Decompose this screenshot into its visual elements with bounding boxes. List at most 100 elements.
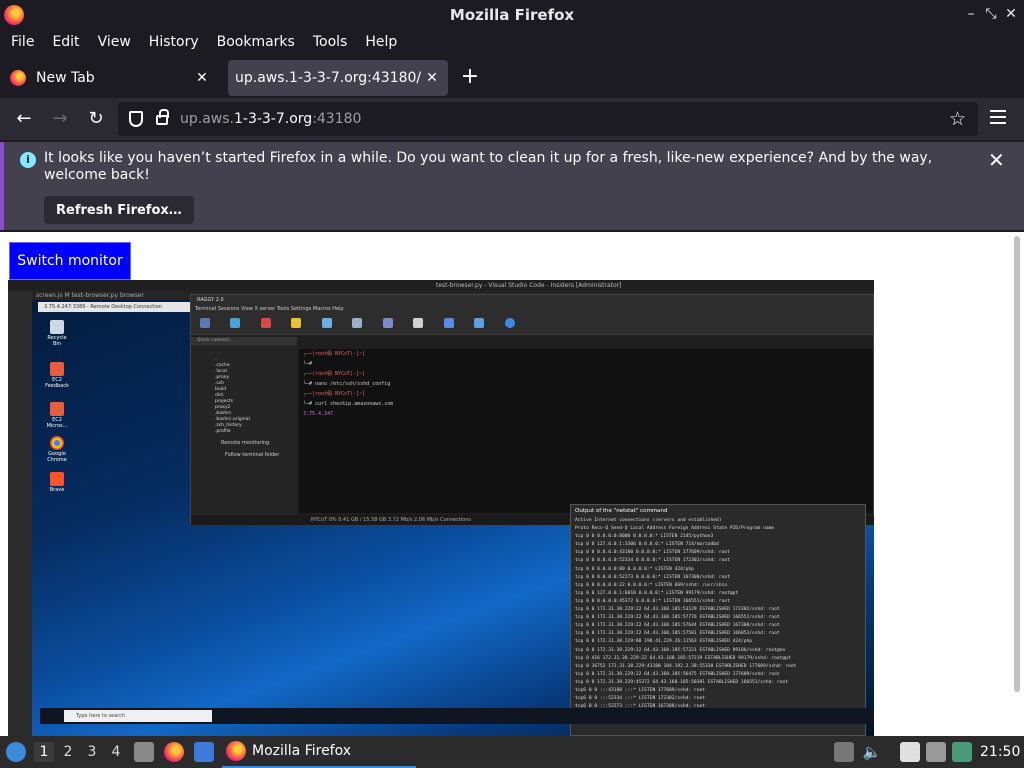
netstat-output-window[interactable]: Output of the "netstat" command Active I… xyxy=(570,504,866,736)
terminal-line: ┌──(root㉿ NYCoT)-[~] xyxy=(303,391,366,397)
menu-help[interactable]: Help xyxy=(358,34,404,50)
tab-active-site[interactable]: up.aws.1-3-3-7.org:43180/ ✕ xyxy=(228,60,448,96)
multiexec-icon[interactable] xyxy=(382,318,393,328)
desktop-icon-label: EC2 Feedback xyxy=(45,377,69,389)
network-icon[interactable] xyxy=(952,742,972,762)
netstat-line: tcp 0 0 172.31.38.229:80 198.41.229.26:1… xyxy=(575,639,753,645)
reload-icon[interactable]: ↻ xyxy=(84,107,108,131)
new-tab-plus-icon[interactable]: + xyxy=(458,66,482,90)
firefox-launcher-icon[interactable] xyxy=(164,742,184,762)
servers-icon[interactable] xyxy=(230,318,241,328)
firefox-taskbar-icon xyxy=(226,741,246,761)
close-window-icon[interactable]: ✕ xyxy=(1001,4,1021,24)
remote-desktop-screenshot[interactable]: test-browser.py - Visual Studio Code - I… xyxy=(8,280,874,736)
terminal-line: └─# nano /etc/ssh/sshd_config xyxy=(303,381,391,387)
view-icon[interactable] xyxy=(321,318,332,328)
display-icon[interactable] xyxy=(926,742,946,762)
menu-history[interactable]: History xyxy=(142,34,206,50)
follow-terminal-checkbox[interactable]: Follow terminal folder xyxy=(191,451,297,459)
raggy-window[interactable]: RAGGY 2.0 Terminal Sessions View X serve… xyxy=(190,294,874,525)
tracking-shield-icon[interactable] xyxy=(129,111,143,127)
netstat-line: tcp 0 0 172.31.38.229:22 64.43.168.185:5… xyxy=(575,631,780,637)
workspace-1[interactable]: 1 xyxy=(34,742,54,762)
brave-icon xyxy=(50,472,64,486)
tab-label: New Tab xyxy=(36,70,95,86)
recycle-bin-icon xyxy=(50,320,64,334)
desktop-icon-ec2-feedback[interactable]: EC2 Feedback xyxy=(44,362,70,389)
show-desktop-icon[interactable] xyxy=(194,742,214,762)
raggy-terminal[interactable]: ┌──(root㉿ NYCoT)-[~] └─# ┌──(root㉿ NYCoT… xyxy=(299,349,873,513)
terminal-line: ┌──(root㉿ NYCoT)-[~] xyxy=(303,351,366,357)
close-tab-icon[interactable]: ✕ xyxy=(422,70,442,86)
refresh-firefox-button[interactable]: Refresh Firefox… xyxy=(44,196,194,224)
taskbar-firefox-window[interactable]: Mozilla Firefox xyxy=(222,736,416,768)
volume-icon[interactable]: 🔈 xyxy=(862,742,882,762)
menu-file[interactable]: File xyxy=(4,34,41,50)
tree-item[interactable]: .profile xyxy=(215,429,297,435)
clipboard-icon[interactable] xyxy=(900,742,920,762)
bookmark-star-icon[interactable]: ☆ xyxy=(949,108,966,130)
chrome-icon xyxy=(50,436,64,450)
netstat-line: tcp 0 0 0.0.0.0:8000 0.0.0.0:* LISTEN 21… xyxy=(575,534,714,540)
url-text[interactable]: up.aws.1-3-3-7.org:43180 xyxy=(180,111,361,127)
terminal-line: ┌──(root㉿ NYCoT)-[~] xyxy=(303,371,366,377)
close-tab-icon[interactable]: ✕ xyxy=(192,70,212,86)
windows-search-box[interactable]: Type here to search xyxy=(64,710,212,722)
workspace-2[interactable]: 2 xyxy=(58,742,78,762)
netstat-line: tcp 0 0 172.31.38.229:22 64.43.168.185:5… xyxy=(575,607,780,613)
start-menu-icon[interactable] xyxy=(6,742,26,762)
netstat-line: tcp 0 0 0.0.0.0:80 0.0.0.0:* LISTEN 424/… xyxy=(575,566,694,572)
sessions-icon[interactable] xyxy=(291,318,302,328)
remote-monitoring[interactable]: Remote monitoring xyxy=(191,439,297,447)
tools-icon[interactable] xyxy=(260,318,271,328)
page-scrollbar[interactable] xyxy=(1014,236,1020,692)
page-content: Switch monitor test-browser.py - Visual … xyxy=(0,232,1024,736)
desktop-icon-chrome[interactable]: Google Chrome xyxy=(44,436,70,463)
menu-edit[interactable]: Edit xyxy=(45,34,86,50)
netstat-line: tcp 0 0 0.0.0.0:22 0.0.0.0:* LISTEN 669/… xyxy=(575,582,728,588)
vscode-title: test-browser.py - Visual Studio Code - I… xyxy=(436,282,622,289)
workspace-4[interactable]: 4 xyxy=(106,742,126,762)
url-host-prefix: up.aws. xyxy=(180,111,234,127)
vscode-activity-bar xyxy=(8,291,32,736)
raggy-title: RAGGY 2.0 xyxy=(191,295,873,305)
split-icon[interactable] xyxy=(352,318,363,328)
back-arrow-icon[interactable]: ← xyxy=(12,107,36,131)
raggy-menu: Terminal Sessions View X server Tools Se… xyxy=(191,305,873,313)
netstat-line: tcp 0 416 172.31.38.229:22 64.43.168.185… xyxy=(575,655,791,661)
menu-bookmarks[interactable]: Bookmarks xyxy=(210,34,302,50)
ec2-icon xyxy=(50,362,64,376)
packages-icon[interactable] xyxy=(443,318,454,328)
close-notification-icon[interactable]: ✕ xyxy=(988,148,1005,172)
switch-monitor-button[interactable]: Switch monitor xyxy=(9,242,131,280)
url-port: :43180 xyxy=(312,111,362,127)
settings-icon[interactable] xyxy=(474,318,485,328)
app-menu-icon[interactable] xyxy=(990,110,1006,124)
vscode-titlebar: test-browser.py - Visual Studio Code - I… xyxy=(8,280,874,291)
desktop-icon-recycle-bin[interactable]: Recycle Bin xyxy=(44,320,70,347)
netstat-line: Proto Recv-Q Send-Q Local Address Foreig… xyxy=(575,526,775,532)
menu-tools[interactable]: Tools xyxy=(306,34,355,50)
updates-icon[interactable] xyxy=(834,742,854,762)
session-icon[interactable] xyxy=(200,318,210,328)
url-bar[interactable]: up.aws.1-3-3-7.org:43180 ☆ xyxy=(118,102,978,136)
tab-new-tab[interactable]: New Tab ✕ xyxy=(4,60,218,96)
tunneling-icon[interactable] xyxy=(413,318,424,328)
workspace-3[interactable]: 3 xyxy=(82,742,102,762)
help-icon[interactable] xyxy=(504,318,515,328)
file-manager-icon[interactable] xyxy=(134,742,154,762)
lock-icon[interactable] xyxy=(156,109,169,125)
netstat-line: tcp 0 0 0.0.0.0:52273 0.0.0.0:* LISTEN 1… xyxy=(575,574,730,580)
rdp-titlebar: 3.75.4.247:3389 - Remote Desktop Connect… xyxy=(38,302,198,312)
quick-connect-input[interactable]: Quick connect... xyxy=(191,337,297,345)
menu-view[interactable]: View xyxy=(91,34,138,50)
desktop-icon-brave[interactable]: Brave xyxy=(44,472,70,493)
minimize-icon[interactable]: – xyxy=(961,4,981,24)
netstat-line: tcp 0 0 172.31.38.229:22 64.43.168.185:5… xyxy=(575,647,786,653)
forward-arrow-icon[interactable]: → xyxy=(48,107,72,131)
desktop-icon-ec2-micros[interactable]: EC2 Micros... xyxy=(44,402,70,429)
restore-icon[interactable]: ⤡ xyxy=(981,4,1001,24)
netstat-line: tcp 0 0 0.0.0.0:43180 0.0.0.0:* LISTEN 1… xyxy=(575,550,730,556)
desktop-icon-label: Brave xyxy=(49,487,65,493)
netstat-title: Output of the "netstat" command xyxy=(575,508,668,514)
